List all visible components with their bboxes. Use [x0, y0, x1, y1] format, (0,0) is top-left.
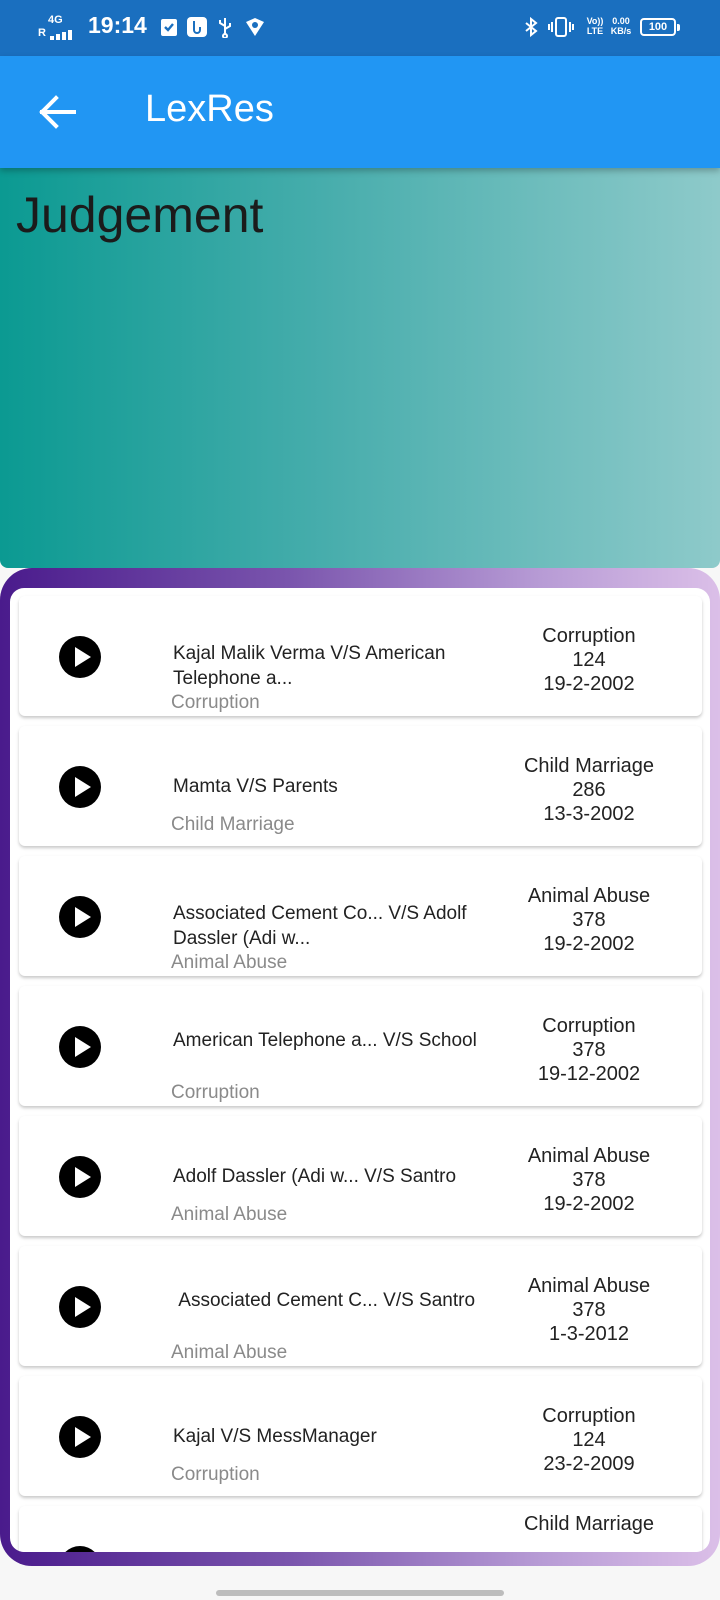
case-card[interactable]: Adolf Dassler (Adi w... V/S Santro Anima… — [19, 1116, 702, 1236]
battery-icon: 100 — [640, 18, 680, 36]
play-icon[interactable] — [59, 896, 101, 938]
case-card[interactable]: Kajal Malik Verma V/S American Telephone… — [19, 596, 702, 716]
signal-icon: 4G R — [38, 14, 82, 40]
case-number: 286 — [572, 779, 606, 801]
case-meta: Corruption 124 23-2-2009 — [509, 1404, 669, 1476]
case-card[interactable]: Associated Cement C... V/S Santro Animal… — [19, 1246, 702, 1366]
case-date: 19-2-2002 — [543, 933, 635, 955]
case-number: 124 — [572, 1429, 606, 1451]
status-bar: 4G R 19:14 Vo)) LTE 0.00 KB/s 100 — [0, 0, 720, 56]
back-arrow-icon[interactable] — [30, 84, 86, 140]
meta-category: Corruption — [542, 1405, 636, 1427]
play-icon[interactable] — [59, 636, 101, 678]
case-card[interactable]: American Telephone a... V/S School Corru… — [19, 986, 702, 1106]
usb-icon — [219, 18, 231, 38]
page-title: Judgement — [16, 187, 264, 243]
header-banner: Judgement — [0, 168, 720, 568]
case-number: 378 — [572, 1039, 606, 1061]
case-category: Animal Abuse — [171, 1342, 288, 1363]
case-date: 19-2-2002 — [543, 1193, 635, 1215]
case-date: 1-3-2012 — [548, 1323, 630, 1345]
meta-category: Child Marriage — [523, 755, 655, 777]
case-category: Corruption — [171, 1464, 260, 1485]
case-date: 19-12-2002 — [537, 1063, 641, 1085]
case-title: Associated Cement Co... V/S Adolf Dassle… — [173, 903, 472, 949]
case-title: Kajal V/S MessManager — [173, 1426, 377, 1447]
meta-category: Animal Abuse — [527, 885, 651, 907]
case-title: Mamta V/S Parents — [173, 776, 338, 797]
volte-bottom: LTE — [586, 26, 604, 36]
shield-heart-icon — [246, 18, 264, 36]
volte-indicator: Vo)) LTE — [582, 16, 608, 36]
vibrate-icon — [548, 17, 574, 37]
case-title: Associated Cement C... V/S Santro — [173, 1290, 476, 1311]
case-title: Adolf Dassler (Adi w... V/S Santro — [173, 1166, 457, 1187]
speed-unit: KB/s — [610, 26, 632, 36]
case-title: Kajal Malik Verma V/S American Telephone… — [173, 643, 451, 689]
case-date: 19-2-2002 — [543, 673, 635, 695]
case-list[interactable]: Kajal Malik Verma V/S American Telephone… — [10, 588, 710, 1552]
usb-settings-icon — [187, 17, 207, 37]
play-icon[interactable] — [59, 1156, 101, 1198]
task-check-icon — [161, 19, 177, 36]
case-card[interactable]: Mamta V/S Parents Child Marriage Child M… — [19, 726, 702, 846]
case-list-frame: Kajal Malik Verma V/S American Telephone… — [0, 568, 720, 1566]
home-indicator[interactable] — [216, 1590, 504, 1596]
play-icon[interactable] — [59, 1286, 101, 1328]
case-meta: Child Marriage — [509, 1512, 669, 1536]
speed-value: 0.00 — [612, 16, 630, 26]
case-category: Child Marriage — [171, 814, 295, 835]
case-date: 13-3-2002 — [543, 803, 635, 825]
meta-category: Animal Abuse — [527, 1145, 651, 1167]
case-category: Animal Abuse — [171, 1204, 288, 1225]
case-category: Corruption — [171, 692, 260, 713]
case-number: 124 — [572, 649, 606, 671]
case-meta: Corruption 124 19-2-2002 — [509, 624, 669, 696]
case-card[interactable]: Associated Cement Co... V/S Adolf Dassle… — [19, 856, 702, 976]
case-title: American Telephone a... V/S School — [173, 1030, 477, 1051]
case-meta: Animal Abuse 378 19-2-2002 — [509, 884, 669, 956]
bluetooth-icon — [525, 16, 538, 38]
play-icon[interactable] — [59, 1026, 101, 1068]
case-meta: Child Marriage 286 13-3-2002 — [509, 754, 669, 826]
case-meta: Animal Abuse 378 1-3-2012 — [509, 1274, 669, 1346]
network-type: 4G — [48, 14, 63, 26]
status-time: 19:14 — [88, 12, 147, 38]
play-icon[interactable] — [59, 1416, 101, 1458]
case-number: 378 — [572, 909, 606, 931]
case-card[interactable]: Kajal V/S MessManager Corruption Corrupt… — [19, 1376, 702, 1496]
app-title: LexRes — [145, 88, 274, 130]
play-icon[interactable] — [59, 766, 101, 808]
volte-top: Vo)) — [586, 16, 604, 26]
case-number: 378 — [572, 1299, 606, 1321]
network-speed: 0.00 KB/s — [606, 16, 636, 36]
case-card[interactable]: Child Marriage — [19, 1506, 702, 1552]
roaming-indicator: R — [38, 27, 46, 39]
play-icon[interactable] — [59, 1546, 101, 1552]
meta-category: Corruption — [542, 1015, 636, 1037]
case-number: 378 — [572, 1169, 606, 1191]
case-meta: Corruption 378 19-12-2002 — [509, 1014, 669, 1086]
app-bar: LexRes — [0, 56, 720, 168]
meta-category: Child Marriage — [523, 1513, 655, 1535]
case-category: Corruption — [171, 1082, 260, 1103]
meta-category: Corruption — [542, 625, 636, 647]
case-date: 23-2-2009 — [543, 1453, 635, 1475]
case-meta: Animal Abuse 378 19-2-2002 — [509, 1144, 669, 1216]
meta-category: Animal Abuse — [527, 1275, 651, 1297]
case-category: Animal Abuse — [171, 952, 288, 973]
